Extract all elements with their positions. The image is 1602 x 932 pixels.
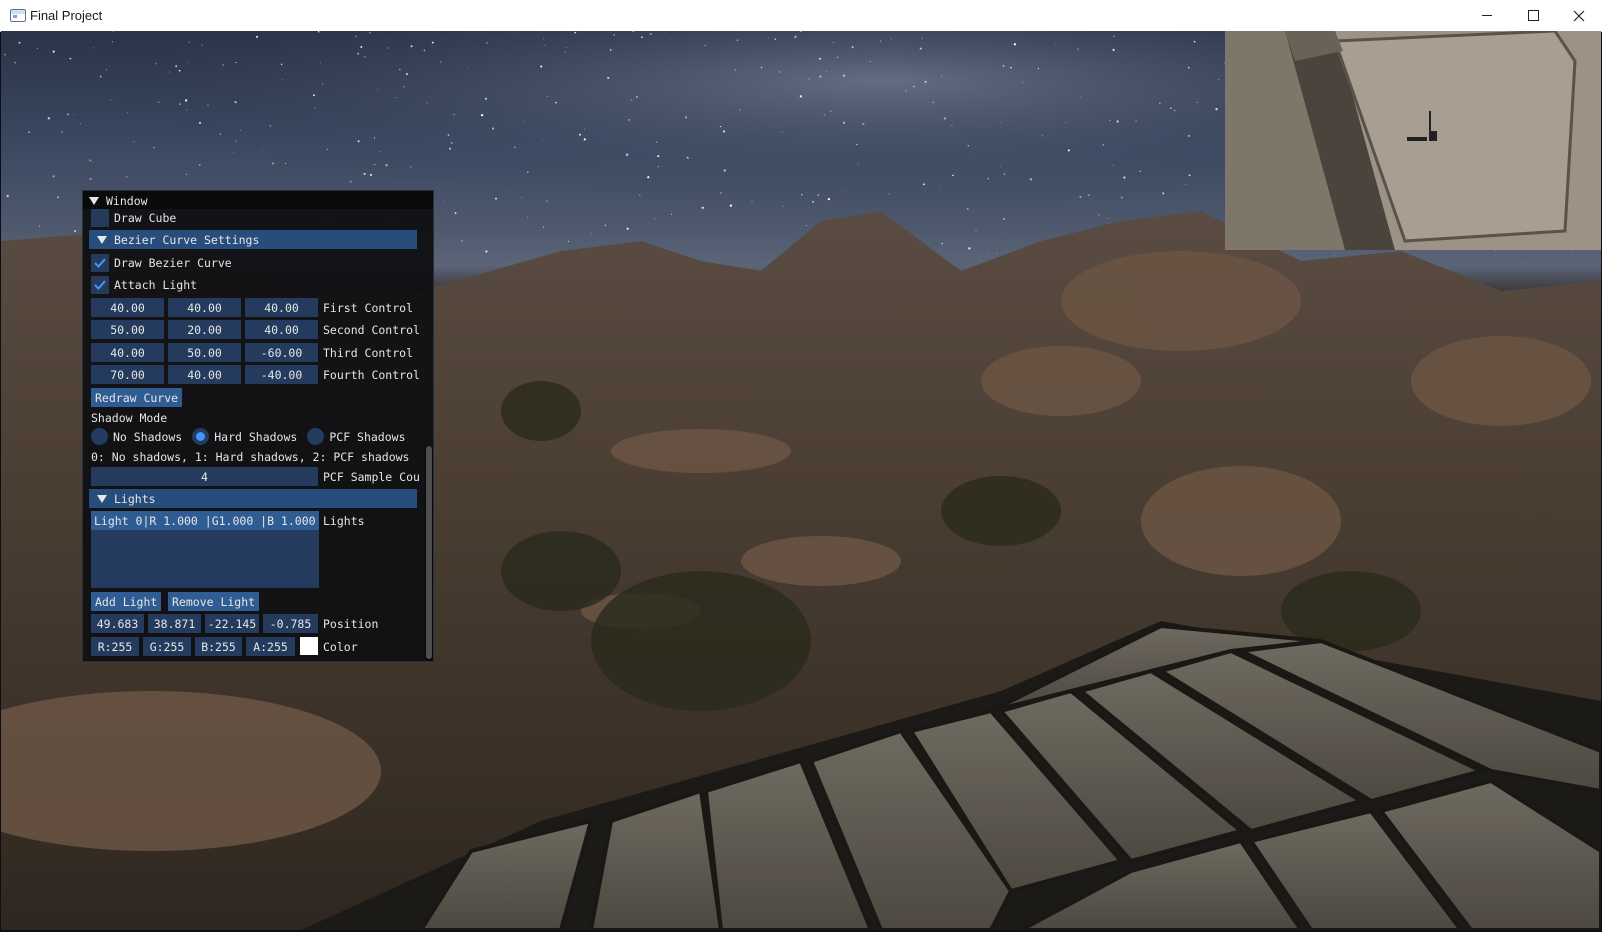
attach-light-label: Attach Light xyxy=(114,277,198,292)
lights-listbox[interactable]: Light 0|R 1.000 |G1.000 |B 1.000 xyxy=(91,511,319,588)
draw-bezier-label: Draw Bezier Curve xyxy=(114,255,232,270)
lights-header-label: Lights xyxy=(114,491,156,506)
attach-light-row[interactable]: Attach Light xyxy=(91,275,197,294)
collapse-arrow-icon[interactable] xyxy=(89,196,99,205)
app-icon xyxy=(10,9,26,22)
imgui-window[interactable]: Window Draw Cube Bezier Curve Settings D… xyxy=(82,190,434,662)
fourth-control-label: Fourth Control xyxy=(323,367,420,382)
bezier-header-label: Bezier Curve Settings xyxy=(114,232,260,247)
position-w[interactable]: -0.785 xyxy=(263,614,318,633)
pcf-shadows-label: PCF Shadows xyxy=(329,429,406,444)
attach-light-checkbox[interactable] xyxy=(91,275,109,294)
light-list-item[interactable]: Light 0|R 1.000 |G1.000 |B 1.000 xyxy=(91,511,319,530)
panel-titlebar[interactable]: Window xyxy=(83,191,433,209)
close-icon[interactable] xyxy=(1556,0,1602,31)
color-b[interactable]: B:255 xyxy=(195,637,242,656)
first-control-label: First Control xyxy=(323,300,414,315)
position-label: Position xyxy=(323,616,379,631)
window-title: Final Project xyxy=(30,8,103,23)
no-shadows-label: No Shadows xyxy=(113,429,183,444)
fourth-control-x[interactable]: 70.00 xyxy=(91,365,164,384)
redraw-curve-button[interactable]: Redraw Curve xyxy=(91,388,183,407)
second-control-label: Second Control xyxy=(323,322,420,337)
add-light-button[interactable]: Add Light xyxy=(91,592,162,611)
second-control-x[interactable]: 50.00 xyxy=(91,320,164,339)
shadow-mode-label: Shadow Mode xyxy=(91,410,168,425)
fourth-control-y[interactable]: 40.00 xyxy=(168,365,241,384)
first-control-x[interactable]: 40.00 xyxy=(91,298,164,317)
scrollbar-thumb[interactable] xyxy=(426,446,432,659)
lights-header[interactable]: Lights xyxy=(89,489,417,508)
title-bar: Final Project xyxy=(0,0,1602,32)
lights-list-label: Lights xyxy=(323,513,365,528)
first-control-z[interactable]: 40.00 xyxy=(245,298,318,317)
bezier-header[interactable]: Bezier Curve Settings xyxy=(89,230,417,249)
shadow-help-text: 0: No shadows, 1: Hard shadows, 2: PCF s… xyxy=(91,449,410,464)
third-control-label: Third Control xyxy=(323,345,414,360)
expand-arrow-icon xyxy=(97,494,107,503)
color-g[interactable]: G:255 xyxy=(143,637,191,656)
minimize-icon[interactable] xyxy=(1464,0,1510,31)
color-label: Color xyxy=(323,639,358,654)
position-y[interactable]: 38.871 xyxy=(148,614,201,633)
pcf-shadows-radio[interactable] xyxy=(307,428,325,445)
first-control-y[interactable]: 40.00 xyxy=(168,298,241,317)
checkmark-icon xyxy=(94,279,106,290)
maximize-icon[interactable] xyxy=(1510,0,1556,31)
color-a[interactable]: A:255 xyxy=(246,637,295,656)
hard-shadows-radio[interactable] xyxy=(192,428,210,445)
second-control-z[interactable]: 40.00 xyxy=(245,320,318,339)
hard-shadows-label: Hard Shadows xyxy=(214,429,298,444)
inset-texture xyxy=(1225,31,1601,250)
pcf-sample-count-label: PCF Sample Cou xyxy=(323,469,420,484)
third-control-y[interactable]: 50.00 xyxy=(168,343,241,362)
panel-title: Window xyxy=(106,193,148,208)
draw-bezier-row[interactable]: Draw Bezier Curve xyxy=(91,253,232,272)
panel-scrollbar[interactable] xyxy=(425,446,433,661)
expand-arrow-icon xyxy=(97,235,107,244)
third-control-x[interactable]: 40.00 xyxy=(91,343,164,362)
no-shadows-radio[interactable] xyxy=(91,428,108,445)
draw-cube-row[interactable]: Draw Cube xyxy=(91,208,176,227)
third-control-z[interactable]: -60.00 xyxy=(245,343,318,362)
color-swatch[interactable] xyxy=(300,637,318,655)
draw-cube-label: Draw Cube xyxy=(114,210,177,225)
shadow-map-inset xyxy=(1225,31,1601,250)
remove-light-button[interactable]: Remove Light xyxy=(168,592,260,611)
checkmark-icon xyxy=(94,257,106,268)
pcf-sample-count-slider[interactable]: 4 xyxy=(91,467,318,486)
draw-bezier-checkbox[interactable] xyxy=(91,253,109,272)
second-control-y[interactable]: 20.00 xyxy=(168,320,241,339)
color-r[interactable]: R:255 xyxy=(91,637,139,656)
position-x[interactable]: 49.683 xyxy=(91,614,144,633)
fourth-control-z[interactable]: -40.00 xyxy=(245,365,318,384)
position-z[interactable]: -22.145 xyxy=(205,614,259,633)
draw-cube-checkbox[interactable] xyxy=(91,208,109,227)
